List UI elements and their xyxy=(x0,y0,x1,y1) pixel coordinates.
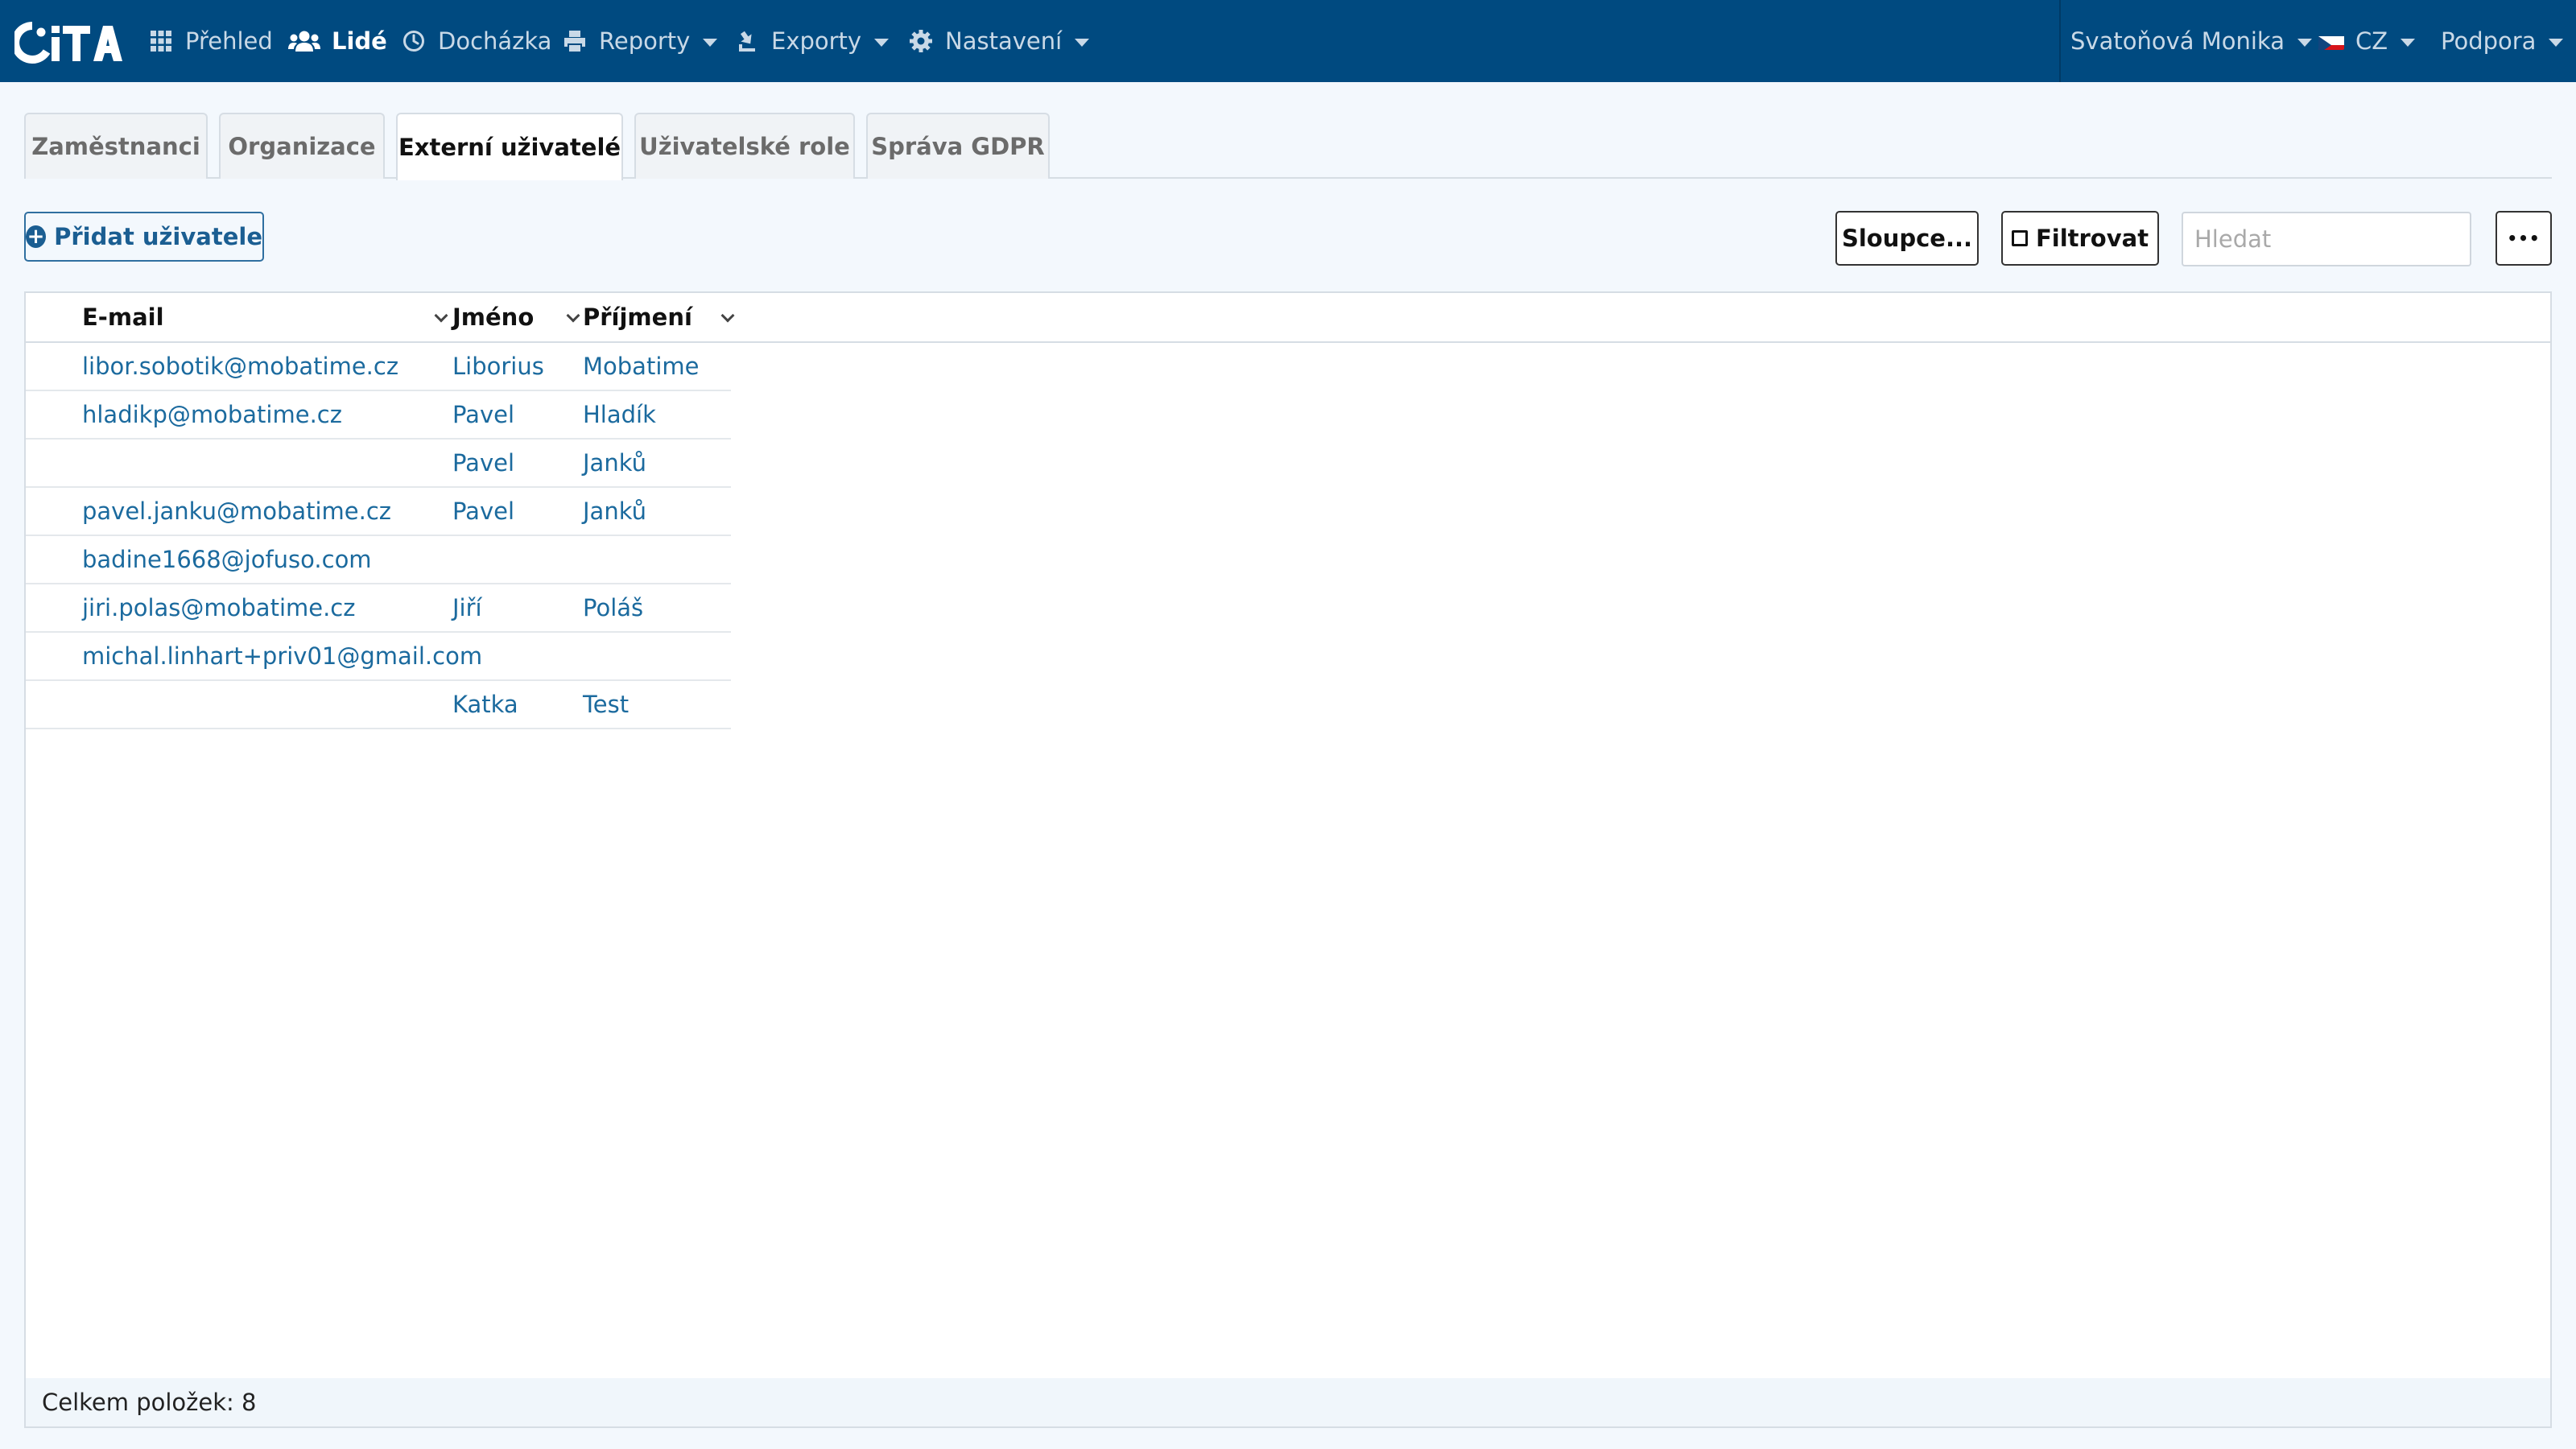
add-user-label: Přidat uživatele xyxy=(54,223,262,250)
chevron-down-icon xyxy=(874,39,890,47)
table-footer: Celkem položek: 8 xyxy=(26,1378,2550,1426)
tab-label: Zaměstnanci xyxy=(31,133,200,160)
language-menu[interactable]: CZ xyxy=(2318,0,2416,82)
chevron-down-icon xyxy=(2401,39,2416,47)
column-header-label: Příjmení xyxy=(583,303,692,331)
table-row[interactable]: libor.sobotik@mobatime.cz Liborius Mobat… xyxy=(26,343,731,391)
cell-email[interactable]: hladikp@mobatime.cz xyxy=(82,391,342,438)
cell-last-name[interactable]: Test xyxy=(583,681,629,728)
table-row[interactable]: Katka Test xyxy=(26,681,731,729)
filter-label: Filtrovat xyxy=(2035,225,2149,252)
grid-icon xyxy=(148,28,174,54)
print-icon xyxy=(562,28,588,54)
cell-email[interactable]: michal.linhart+priv01@gmail.com xyxy=(82,633,482,679)
tab-externi-uzivatele[interactable]: Externí uživatelé xyxy=(396,113,623,180)
chevron-down-icon xyxy=(720,308,735,323)
cell-last-name[interactable]: Mobatime xyxy=(583,343,699,390)
table-row[interactable]: jiri.polas@mobatime.cz Jiří Poláš xyxy=(26,584,731,633)
cell-email[interactable]: libor.sobotik@mobatime.cz xyxy=(82,343,398,390)
nav-prehled-label: Přehled xyxy=(185,27,273,55)
user-name: Svatoňová Monika xyxy=(2070,27,2285,55)
column-header-prijmeni[interactable]: Příjmení xyxy=(583,293,736,341)
chevron-down-icon xyxy=(566,308,580,323)
nav-lide[interactable]: Lidé xyxy=(288,0,387,82)
table-row[interactable]: Pavel Janků xyxy=(26,440,731,488)
table-row[interactable]: hladikp@mobatime.cz Pavel Hladík xyxy=(26,391,731,440)
tab-zamestnanci[interactable]: Zaměstnanci xyxy=(24,113,208,179)
table-header: E-mail Jméno Příjmení xyxy=(26,293,2550,343)
chevron-down-icon xyxy=(703,39,718,47)
column-header-label: E-mail xyxy=(82,303,164,331)
gear-icon xyxy=(908,28,934,54)
chevron-down-icon xyxy=(434,308,448,323)
column-header-label: Jméno xyxy=(452,303,535,331)
user-menu[interactable]: Svatoňová Monika xyxy=(2070,0,2312,82)
tab-label: Správa GDPR xyxy=(871,133,1045,160)
app-page: Přehled Lidé Docházka Reporty Exporty Na… xyxy=(0,0,2576,1449)
nav-nastaveni-label: Nastavení xyxy=(945,27,1063,55)
tab-organizace[interactable]: Organizace xyxy=(219,113,385,179)
brand-logo[interactable] xyxy=(14,21,124,64)
columns-button[interactable]: Sloupce... xyxy=(1835,211,1979,266)
more-options-button[interactable]: ••• xyxy=(2496,211,2552,266)
cell-last-name[interactable]: Janků xyxy=(583,440,646,486)
support-menu[interactable]: Podpora xyxy=(2441,0,2564,82)
column-header-jmeno[interactable]: Jméno xyxy=(452,293,581,341)
cell-first-name[interactable]: Pavel xyxy=(452,440,514,486)
total-items-count: Celkem položek: 8 xyxy=(42,1389,257,1416)
nav-exporty-label: Exporty xyxy=(771,27,862,55)
support-label: Podpora xyxy=(2441,27,2537,55)
tab-uzivatelske-role[interactable]: Uživatelské role xyxy=(634,113,855,179)
table-body: libor.sobotik@mobatime.cz Liborius Mobat… xyxy=(26,343,731,729)
table-row[interactable]: michal.linhart+priv01@gmail.com xyxy=(26,633,731,681)
cell-first-name[interactable]: Pavel xyxy=(452,391,514,438)
nav-dochazka-label: Docházka xyxy=(438,27,552,55)
search-input[interactable] xyxy=(2182,212,2471,266)
tab-label: Uživatelské role xyxy=(639,133,850,160)
clock-icon xyxy=(401,28,427,54)
more-options-icon: ••• xyxy=(2507,229,2541,248)
filter-button[interactable]: Filtrovat xyxy=(2001,211,2159,266)
table-row[interactable]: pavel.janku@mobatime.cz Pavel Janků xyxy=(26,488,731,536)
cell-email[interactable]: badine1668@jofuso.com xyxy=(82,536,372,583)
nav-lide-label: Lidé xyxy=(332,27,387,55)
export-icon xyxy=(734,28,760,54)
nav-prehled[interactable]: Přehled xyxy=(148,0,273,82)
nav-nastaveni[interactable]: Nastavení xyxy=(908,0,1090,82)
nav-exporty[interactable]: Exporty xyxy=(734,0,890,82)
cell-last-name[interactable]: Hladík xyxy=(583,391,656,438)
cell-first-name[interactable]: Liborius xyxy=(452,343,544,390)
language-label: CZ xyxy=(2355,27,2388,55)
navbar-divider xyxy=(2059,0,2061,82)
users-icon xyxy=(288,28,320,54)
tab-sprava-gdpr[interactable]: Správa GDPR xyxy=(866,113,1050,179)
cell-first-name[interactable]: Pavel xyxy=(452,488,514,535)
tab-label: Organizace xyxy=(228,133,376,160)
column-header-email[interactable]: E-mail xyxy=(82,293,452,341)
checkbox-icon xyxy=(2011,230,2028,246)
nav-dochazka[interactable]: Docházka xyxy=(401,0,551,82)
nav-reporty[interactable]: Reporty xyxy=(562,0,718,82)
tab-label: Externí uživatelé xyxy=(398,134,621,161)
cell-first-name[interactable]: Jiří xyxy=(452,584,482,631)
users-table: E-mail Jméno Příjmení libor.sobotik@moba… xyxy=(24,291,2552,1428)
cell-last-name[interactable]: Janků xyxy=(583,488,646,535)
nav-reporty-label: Reporty xyxy=(599,27,691,55)
add-user-button[interactable]: + Přidat uživatele xyxy=(24,212,264,262)
chevron-down-icon xyxy=(2549,39,2564,47)
table-row[interactable]: badine1668@jofuso.com xyxy=(26,536,731,584)
plus-circle-icon: + xyxy=(26,225,47,249)
chevron-down-icon xyxy=(1075,39,1090,47)
top-navbar: Přehled Lidé Docházka Reporty Exporty Na… xyxy=(0,0,2576,82)
chevron-down-icon xyxy=(2297,39,2312,47)
cell-first-name[interactable]: Katka xyxy=(452,681,518,728)
columns-label: Sloupce... xyxy=(1841,225,1973,252)
czech-flag-icon xyxy=(2318,32,2344,50)
cell-email[interactable]: jiri.polas@mobatime.cz xyxy=(82,584,355,631)
cell-last-name[interactable]: Poláš xyxy=(583,584,643,631)
cell-email[interactable]: pavel.janku@mobatime.cz xyxy=(82,488,391,535)
